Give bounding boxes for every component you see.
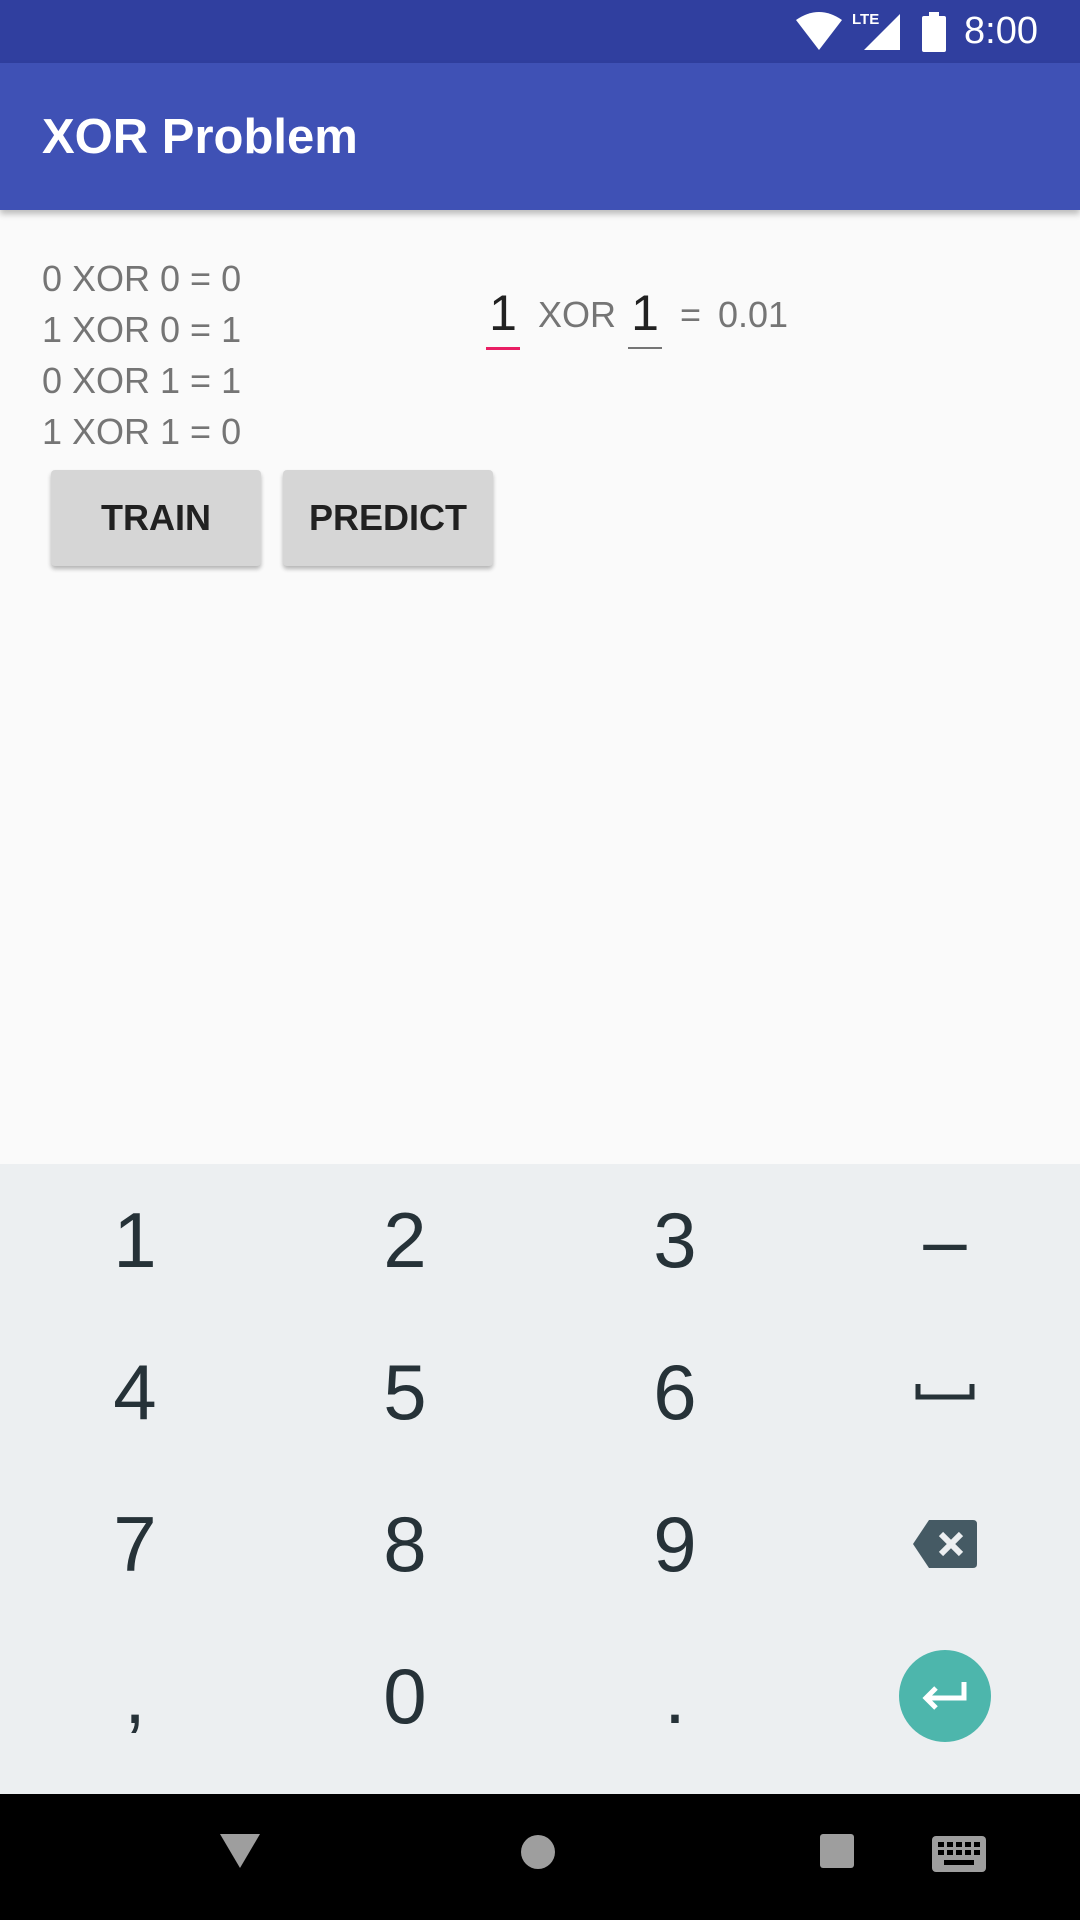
key-7[interactable]: 7: [0, 1468, 270, 1620]
truth-table-line: 0 XOR 1 = 1: [42, 360, 242, 401]
key-2[interactable]: 2: [270, 1164, 540, 1316]
input-b-field[interactable]: 1: [628, 284, 662, 342]
numeric-keyboard: 1 2 3 – 4 5 6 7 8 9 , 0 .: [0, 1164, 1080, 1794]
key-space[interactable]: [810, 1316, 1080, 1468]
key-1[interactable]: 1: [0, 1164, 270, 1316]
keyboard-switch-icon[interactable]: [932, 1836, 986, 1877]
truth-table-line: 1 XOR 1 = 0: [42, 411, 242, 452]
status-time: 8:00: [964, 10, 1038, 52]
battery-icon: [922, 12, 946, 57]
input-b-underline: [628, 347, 662, 349]
navigation-bar: [0, 1794, 1080, 1920]
enter-icon: [899, 1650, 991, 1742]
result-value: 0.01: [718, 294, 789, 335]
input-a-underline: [486, 347, 520, 350]
key-6[interactable]: 6: [540, 1316, 810, 1468]
key-0[interactable]: 0: [270, 1620, 540, 1772]
predict-button[interactable]: PREDICT: [283, 470, 493, 566]
input-a-field[interactable]: 1: [486, 284, 520, 342]
key-comma[interactable]: ,: [0, 1620, 270, 1772]
key-minus[interactable]: –: [810, 1164, 1080, 1316]
app-title: XOR Problem: [42, 110, 358, 164]
svg-text:LTE: LTE: [852, 11, 879, 28]
backspace-icon: [913, 1520, 977, 1568]
lte-signal-icon: LTE: [852, 10, 902, 57]
key-period[interactable]: .: [540, 1620, 810, 1772]
key-3[interactable]: 3: [540, 1164, 810, 1316]
key-8[interactable]: 8: [270, 1468, 540, 1620]
key-4[interactable]: 4: [0, 1316, 270, 1468]
status-bar: LTE 8:00: [0, 0, 1080, 63]
truth-table-line: 0 XOR 0 = 0: [42, 258, 242, 299]
app-bar: XOR Problem: [0, 63, 1080, 210]
operator-label: XOR: [538, 294, 617, 335]
key-enter[interactable]: [810, 1620, 1080, 1772]
back-icon[interactable]: [220, 1834, 260, 1873]
key-9[interactable]: 9: [540, 1468, 810, 1620]
wifi-icon: [796, 12, 842, 55]
recents-icon[interactable]: [820, 1834, 854, 1873]
equals-label: =: [680, 294, 702, 335]
key-backspace[interactable]: [810, 1468, 1080, 1620]
truth-table-line: 1 XOR 0 = 1: [42, 309, 242, 350]
train-button[interactable]: TRAIN: [51, 470, 261, 566]
key-5[interactable]: 5: [270, 1316, 540, 1468]
home-icon[interactable]: [520, 1834, 556, 1875]
space-icon: [915, 1384, 975, 1400]
